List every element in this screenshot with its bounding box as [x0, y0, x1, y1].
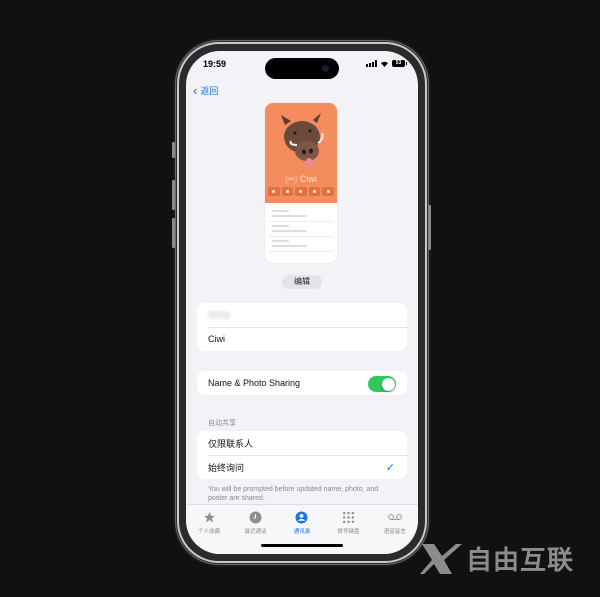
tab-label: 语音留言 — [383, 529, 406, 535]
option-always-ask[interactable]: 始终询问 ✓ — [197, 455, 407, 479]
message-icon — [268, 187, 280, 196]
poster-row — [269, 237, 333, 252]
dynamic-island — [265, 58, 339, 79]
person-circle-icon — [295, 510, 309, 524]
name-fields-group: Ciwi — [197, 303, 407, 351]
star-icon — [202, 510, 216, 524]
first-name-value — [208, 311, 230, 319]
checkmark-icon: ✓ — [385, 461, 395, 474]
tab-favorites[interactable]: 个人收藏 — [189, 510, 229, 554]
volume-up-button — [172, 180, 175, 210]
sharing-label: Name & Photo Sharing — [208, 378, 301, 388]
clock-icon — [249, 510, 263, 524]
action-button — [172, 142, 175, 158]
auto-share-group: 仅限联系人 始终询问 ✓ — [197, 431, 407, 479]
poster-detail-rows — [265, 203, 337, 256]
tab-label: 通讯录 — [293, 529, 311, 535]
tab-label: 最近通话 — [244, 529, 267, 535]
wifi-icon — [381, 61, 388, 67]
volume-down-button — [172, 218, 175, 248]
edit-button[interactable]: 编辑 — [282, 275, 322, 289]
tab-keypad[interactable]: 拨号键盘 — [328, 510, 368, 554]
first-name-field[interactable] — [197, 303, 407, 327]
poster-row — [269, 222, 333, 237]
watermark-text: 自由互联 — [466, 546, 575, 576]
auto-share-section-title: 自动共享 — [208, 420, 236, 427]
last-name-value: Ciwi — [208, 334, 225, 344]
memoji-boar-icon — [281, 113, 324, 168]
chevron-left-icon: ‹ — [193, 83, 198, 98]
poster-action-row — [268, 187, 334, 196]
option-label: 仅限联系人 — [208, 438, 254, 449]
name-photo-sharing-row: Name & Photo Sharing — [197, 371, 407, 395]
last-name-field[interactable]: Ciwi — [197, 327, 407, 351]
back-button[interactable]: ‹ 返回 — [193, 84, 218, 97]
video-icon — [295, 187, 307, 196]
contact-poster-preview[interactable]: (••) Ciwi — [265, 103, 337, 263]
power-button — [428, 205, 431, 250]
sharing-toggle[interactable] — [368, 376, 396, 392]
status-indicators: 53 — [366, 60, 407, 67]
watermark: 自由互联 — [420, 540, 574, 577]
voicemail-icon — [387, 510, 402, 524]
tab-recents[interactable]: 最近通话 — [236, 510, 276, 554]
tab-voicemail[interactable]: 语音留言 — [375, 510, 415, 554]
tab-label: 拨号键盘 — [337, 529, 360, 535]
auto-share-footnote: You will be prompted before updated name… — [208, 486, 379, 502]
x-logo-icon — [420, 543, 462, 574]
home-indicator[interactable] — [261, 544, 343, 547]
signal-icon — [366, 60, 377, 67]
money-icon — [322, 187, 334, 196]
poster-name: (••) Ciwi — [285, 174, 317, 184]
battery-icon: 53 — [392, 60, 407, 67]
poster-header: (••) Ciwi — [265, 103, 337, 203]
back-label: 返回 — [200, 86, 219, 96]
poster-row — [269, 207, 333, 222]
camera-icon — [322, 65, 329, 72]
mail-icon — [308, 187, 321, 196]
status-time: 19:59 — [203, 59, 227, 69]
option-contacts-only[interactable]: 仅限联系人 — [197, 431, 407, 455]
tab-contacts[interactable]: 通讯录 — [282, 510, 322, 554]
tab-label: 个人收藏 — [198, 529, 221, 535]
phone-icon — [281, 187, 294, 196]
keypad-icon — [341, 510, 355, 524]
option-label: 始终询问 — [208, 462, 245, 473]
phone-screen: 19:59 53 ‹ 返回 (••) Ciwi 编辑 Ciwi Name & P… — [186, 51, 418, 554]
sharing-group: Name & Photo Sharing — [197, 371, 407, 395]
